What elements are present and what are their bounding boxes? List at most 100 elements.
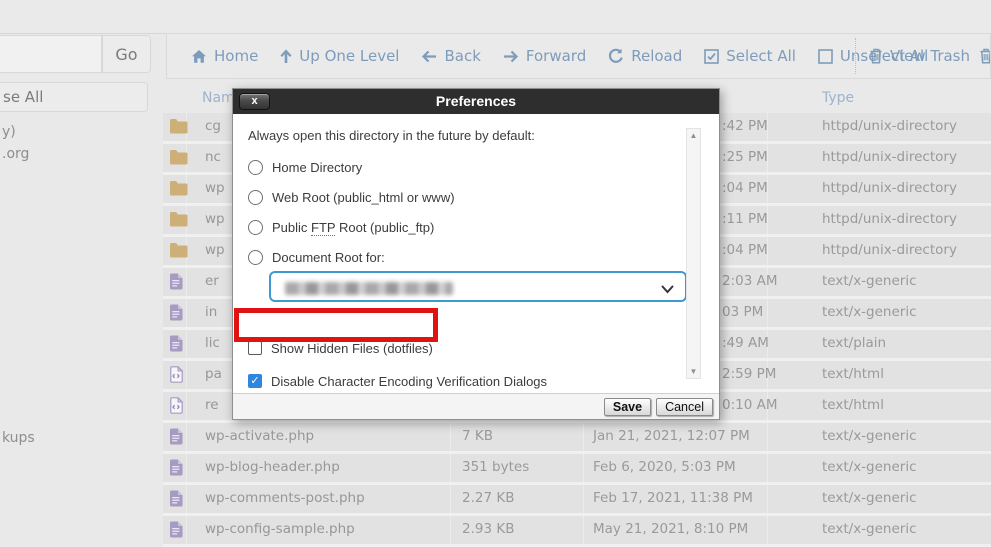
arrow-right-icon (503, 50, 519, 63)
arrow-left-icon (421, 50, 437, 63)
file-type: httpd/unix-directory (822, 180, 957, 196)
file-type: text/x-generic (822, 459, 917, 475)
file-name: lic (205, 335, 220, 351)
radio-home-directory[interactable]: Home Directory (248, 157, 719, 177)
checkbox-empty-icon (818, 49, 833, 64)
trash-icon (869, 48, 883, 64)
file-type: text/x-generic (822, 521, 917, 537)
folder-icon (169, 211, 189, 229)
dialog-titlebar: x Preferences (233, 89, 719, 114)
file-name: wp (205, 242, 225, 258)
column-divider (450, 423, 451, 451)
dialog-content: Always open this directory in the future… (233, 114, 719, 395)
reload-button[interactable]: Reload (608, 47, 682, 65)
scroll-up-icon[interactable]: ▲ (687, 131, 700, 140)
view-trash-button[interactable]: View Trash (869, 34, 970, 78)
file-icon (169, 428, 189, 446)
file-type: httpd/unix-directory (822, 211, 957, 227)
file-modified: 2:59 PM (722, 366, 776, 382)
back-button[interactable]: Back (421, 47, 480, 65)
file-size: 2.93 KB (462, 521, 514, 537)
column-divider (450, 516, 451, 544)
tree-item[interactable]: .org (2, 146, 29, 162)
forward-button[interactable]: Forward (503, 47, 586, 65)
top-strip (0, 0, 991, 34)
file-icon (169, 335, 189, 353)
file-modified: :25 PM (722, 149, 768, 165)
checkbox-checked-icon[interactable]: ✓ (248, 374, 262, 388)
file-icon (169, 521, 189, 539)
file-type: httpd/unix-directory (822, 118, 957, 134)
code-file-icon (169, 397, 189, 415)
table-row[interactable]: wp-comments-post.php2.27 KBFeb 17, 2021,… (163, 485, 991, 513)
radio-icon[interactable] (248, 190, 263, 205)
table-row[interactable]: wp-blog-header.php351 bytesFeb 6, 2020, … (163, 454, 991, 482)
file-name: er (205, 273, 219, 289)
table-row[interactable]: wp-activate.php7 KBJan 21, 2021, 12:07 P… (163, 423, 991, 451)
document-root-select[interactable] (269, 271, 687, 302)
file-name: wp (205, 180, 225, 196)
file-modified: :49 AM (722, 335, 769, 351)
column-divider (583, 454, 584, 482)
file-icon (169, 273, 189, 291)
dialog-footer: Save Cancel (233, 393, 719, 419)
file-type: httpd/unix-directory (822, 149, 957, 165)
column-divider (583, 516, 584, 544)
file-icon (169, 490, 189, 508)
home-icon (191, 49, 207, 64)
collapse-all-button[interactable]: se All (0, 82, 148, 112)
radio-icon[interactable] (248, 160, 263, 175)
dialog-scrollbar[interactable]: ▲ ▼ (686, 128, 701, 379)
tree-item[interactable]: kups (2, 430, 35, 446)
red-highlight-box (234, 308, 438, 342)
file-modified: :04 PM (722, 242, 768, 258)
close-icon[interactable]: x (239, 93, 270, 110)
file-modified: Feb 17, 2021, 11:38 PM (593, 490, 753, 506)
empty-trash-button[interactable] (979, 48, 991, 68)
column-divider (767, 423, 768, 451)
file-name: nc (205, 149, 221, 165)
file-name: pa (205, 366, 222, 382)
tree-item[interactable]: y) (2, 124, 16, 140)
checkbox-icon[interactable] (248, 341, 262, 355)
radio-icon[interactable] (248, 250, 263, 265)
dialog-title: Preferences (233, 89, 719, 114)
radio-document-root[interactable]: Document Root for: (248, 247, 719, 267)
file-size: 351 bytes (462, 459, 529, 475)
main-toolbar: Home Up One Level Back Forward Reload Select … (166, 33, 991, 79)
go-button[interactable]: Go (102, 35, 151, 73)
table-row[interactable]: wp-config-sample.php 2.93 KB May 21, 2021,… (163, 516, 991, 544)
file-modified: Feb 6, 2020, 5:03 PM (593, 459, 736, 475)
save-button[interactable]: Save (604, 398, 651, 416)
file-type: httpd/unix-directory (822, 242, 957, 258)
file-type: text/x-generic (822, 273, 917, 289)
file-name: wp-config-sample.php (205, 521, 355, 537)
file-modified: May 21, 2021, 8:10 PM (593, 521, 748, 537)
radio-public-ftp-root[interactable]: Public FTP Root (public_ftp) (248, 217, 719, 237)
checkbox-disable-encoding-dialogs[interactable]: ✓ Disable Character Encoding Verificatio… (248, 371, 719, 391)
cancel-button[interactable]: Cancel (656, 398, 713, 416)
file-type: text/x-generic (822, 490, 917, 506)
up-one-level-button[interactable]: Up One Level (280, 47, 399, 65)
file-modified: :11 PM (722, 211, 768, 227)
home-button[interactable]: Home (191, 47, 258, 65)
file-type: text/html (822, 366, 884, 382)
file-size: 2.27 KB (462, 490, 514, 506)
redacted-domain-value (285, 282, 453, 295)
folder-icon (169, 118, 189, 136)
arrow-up-icon (280, 49, 292, 64)
scroll-down-icon[interactable]: ▼ (687, 367, 700, 376)
column-divider (767, 454, 768, 482)
file-size: 7 KB (462, 428, 493, 444)
file-modified: 0:10 AM (722, 397, 778, 413)
trash-icon (979, 50, 991, 68)
select-all-button[interactable]: Select All (704, 47, 796, 65)
radio-icon[interactable] (248, 220, 263, 235)
column-header-type[interactable]: Type (822, 90, 854, 106)
file-name: re (205, 397, 219, 413)
path-input[interactable] (0, 35, 102, 73)
radio-web-root[interactable]: Web Root (public_html or www) (248, 187, 719, 207)
reload-icon (608, 48, 624, 64)
folder-icon (169, 242, 189, 260)
chevron-down-icon (661, 282, 674, 297)
